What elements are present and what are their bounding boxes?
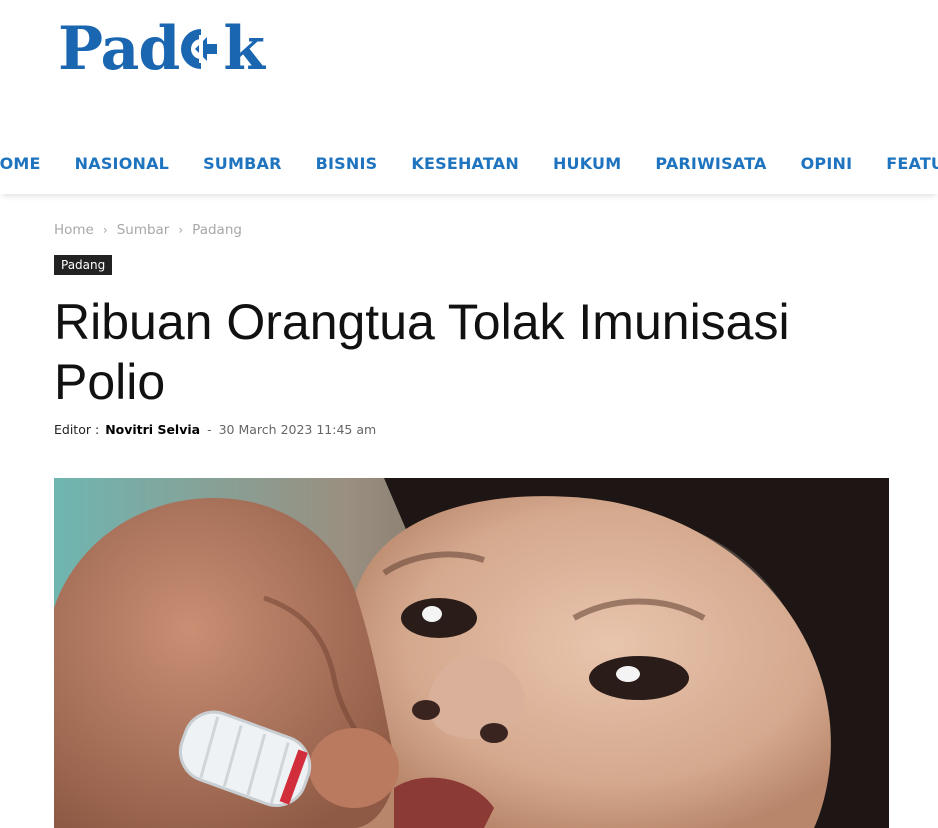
logo-text-right: k bbox=[223, 14, 265, 84]
site-logo[interactable]: Pad k bbox=[58, 14, 265, 84]
main-navigation: HOME NASIONAL SUMBAR BISNIS KESEHATAN HUKUM PA… bbox=[0, 132, 938, 194]
nav-item-bisnis[interactable]: BISNIS bbox=[316, 154, 378, 173]
editor-label: Editor : bbox=[54, 422, 100, 437]
logo-text-left: Pad bbox=[58, 14, 180, 84]
author-name[interactable]: Novitri Selvia bbox=[105, 422, 200, 437]
nav-item-opini[interactable]: OPINI bbox=[801, 154, 853, 173]
nav-item-sumbar[interactable]: SUMBAR bbox=[203, 154, 282, 173]
breadcrumb-separator: › bbox=[178, 223, 184, 237]
meta-separator: - bbox=[207, 422, 212, 437]
breadcrumb-home[interactable]: Home bbox=[54, 222, 94, 238]
nav-list: HOME NASIONAL SUMBAR BISNIS KESEHATAN HUKUM PA… bbox=[0, 132, 938, 194]
breadcrumb-separator: › bbox=[102, 223, 108, 237]
breadcrumb-padang[interactable]: Padang bbox=[192, 222, 242, 238]
logo-mark-icon bbox=[181, 25, 221, 73]
breadcrumb-sumbar[interactable]: Sumbar bbox=[117, 222, 170, 238]
article-title: Ribuan Orangtua Tolak Imunisasi Polio bbox=[54, 294, 790, 410]
nav-item-pariwisata[interactable]: PARIWISATA bbox=[655, 154, 766, 173]
category-tag[interactable]: Padang bbox=[54, 255, 113, 275]
article-meta: Editor : Novitri Selvia - 30 March 2023 … bbox=[54, 422, 376, 437]
nav-item-kesehatan[interactable]: KESEHATAN bbox=[411, 154, 519, 173]
hero-image bbox=[54, 478, 889, 828]
nav-item-feature[interactable]: FEATURE bbox=[886, 154, 938, 173]
nav-item-hukum[interactable]: HUKUM bbox=[553, 154, 621, 173]
breadcrumb: Home › Sumbar › Padang bbox=[54, 222, 242, 238]
nav-item-nasional[interactable]: NASIONAL bbox=[75, 154, 169, 173]
nav-item-home[interactable]: HOME bbox=[0, 154, 41, 173]
publish-date: 30 March 2023 11:45 am bbox=[218, 422, 377, 437]
